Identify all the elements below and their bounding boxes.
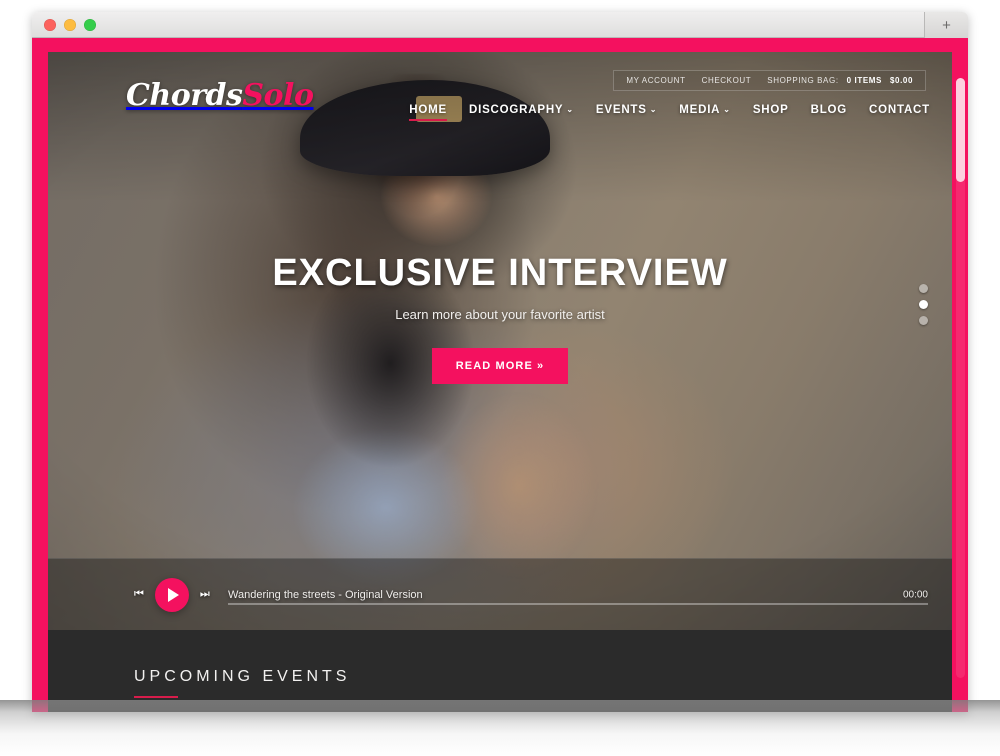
utility-bar: MY ACCOUNT CHECKOUT SHOPPING BAG: 0 ITEM… (613, 70, 926, 91)
logo-text-primary: Chords (126, 78, 243, 113)
logo-text-accent: Solo (242, 78, 314, 113)
site-pink-frame: MY ACCOUNT CHECKOUT SHOPPING BAG: 0 ITEM… (32, 38, 968, 712)
next-track-icon[interactable]: ⏭ (200, 589, 210, 600)
nav-item-contact[interactable]: CONTACT (869, 104, 930, 121)
nav-item-media[interactable]: MEDIA ⌄ (679, 104, 731, 121)
main-navigation: HOME DISCOGRAPHY ⌄ EVENTS ⌄ MEDIA ⌄ SHOP… (409, 104, 930, 121)
new-tab-button[interactable]: + (924, 12, 968, 38)
hero-slider: MY ACCOUNT CHECKOUT SHOPPING BAG: 0 ITEM… (48, 52, 952, 630)
nav-item-home[interactable]: HOME (409, 104, 447, 121)
read-more-button[interactable]: READ MORE » (431, 348, 569, 384)
slider-dot-2[interactable] (919, 300, 928, 309)
hero-subtitle: Learn more about your favorite artist (395, 307, 605, 322)
page-root: + MY ACCOUNT CHECKOUT SHOPPING BAG: 0 IT… (0, 0, 1000, 756)
page-scrollbar-thumb[interactable] (956, 78, 965, 182)
nav-label-events: EVENTS (595, 104, 647, 116)
shopping-bag-total: $0.00 (889, 76, 913, 85)
chevron-down-icon: ⌄ (723, 104, 731, 114)
chevron-down-icon: ⌄ (649, 104, 658, 114)
browser-window: + MY ACCOUNT CHECKOUT SHOPPING BAG: 0 IT… (32, 12, 968, 712)
page-scrollbar-track[interactable] (956, 78, 965, 678)
window-traffic-lights (44, 18, 96, 31)
nav-label-shop: SHOP (752, 104, 789, 116)
site-viewport: MY ACCOUNT CHECKOUT SHOPPING BAG: 0 ITEM… (48, 52, 952, 712)
nav-label-media: MEDIA (679, 104, 721, 116)
player-controls: ⏮ ⏭ (134, 577, 210, 612)
hero-title: EXCLUSIVE INTERVIEW (272, 252, 728, 294)
nav-item-shop[interactable]: SHOP (753, 104, 789, 121)
chevron-down-icon: ⌄ (566, 104, 574, 114)
slider-dot-3[interactable] (919, 316, 928, 325)
previous-track-icon[interactable]: ⏮ (134, 589, 144, 600)
upcoming-events-title: UPCOMING EVENTS (134, 668, 351, 685)
section-title-underline (134, 696, 178, 698)
my-account-link[interactable]: MY ACCOUNT (626, 76, 685, 85)
nav-label-home: HOME (409, 104, 447, 116)
minimize-window-icon[interactable] (64, 18, 76, 31)
upcoming-events-section: UPCOMING EVENTS (48, 630, 952, 712)
checkout-link[interactable]: CHECKOUT (702, 76, 752, 85)
hero-copy: EXCLUSIVE INTERVIEW Learn more about you… (48, 252, 952, 384)
track-title: Wandering the streets - Original Version (228, 588, 423, 601)
shopping-bag-group[interactable]: SHOPPING BAG: 0 ITEMS $0.00 (767, 76, 913, 85)
shopping-bag-item-count: 0 ITEMS (846, 76, 882, 85)
player-progress-track[interactable] (228, 603, 928, 606)
nav-label-discography: DISCOGRAPHY (468, 104, 564, 116)
browser-titlebar: + (32, 12, 968, 38)
nav-item-blog[interactable]: BLOG (811, 104, 847, 121)
nav-label-blog: BLOG (810, 104, 848, 116)
music-player-bar: ⏮ ⏭ Wandering the streets - Original Ver… (48, 558, 952, 630)
site-logo[interactable]: ChordsSolo (126, 78, 314, 113)
track-time: 00:00 (902, 589, 928, 600)
close-window-icon[interactable] (44, 18, 56, 31)
nav-item-discography[interactable]: DISCOGRAPHY ⌄ (469, 104, 574, 121)
slider-dot-1[interactable] (919, 284, 928, 293)
shopping-bag-label: SHOPPING BAG: (767, 76, 839, 85)
hero-slider-dots (919, 284, 928, 325)
play-button[interactable] (154, 577, 189, 612)
play-icon (167, 587, 179, 602)
nav-label-contact: CONTACT (869, 104, 930, 116)
maximize-window-icon[interactable] (84, 18, 96, 31)
nav-item-events[interactable]: EVENTS ⌄ (596, 104, 657, 121)
